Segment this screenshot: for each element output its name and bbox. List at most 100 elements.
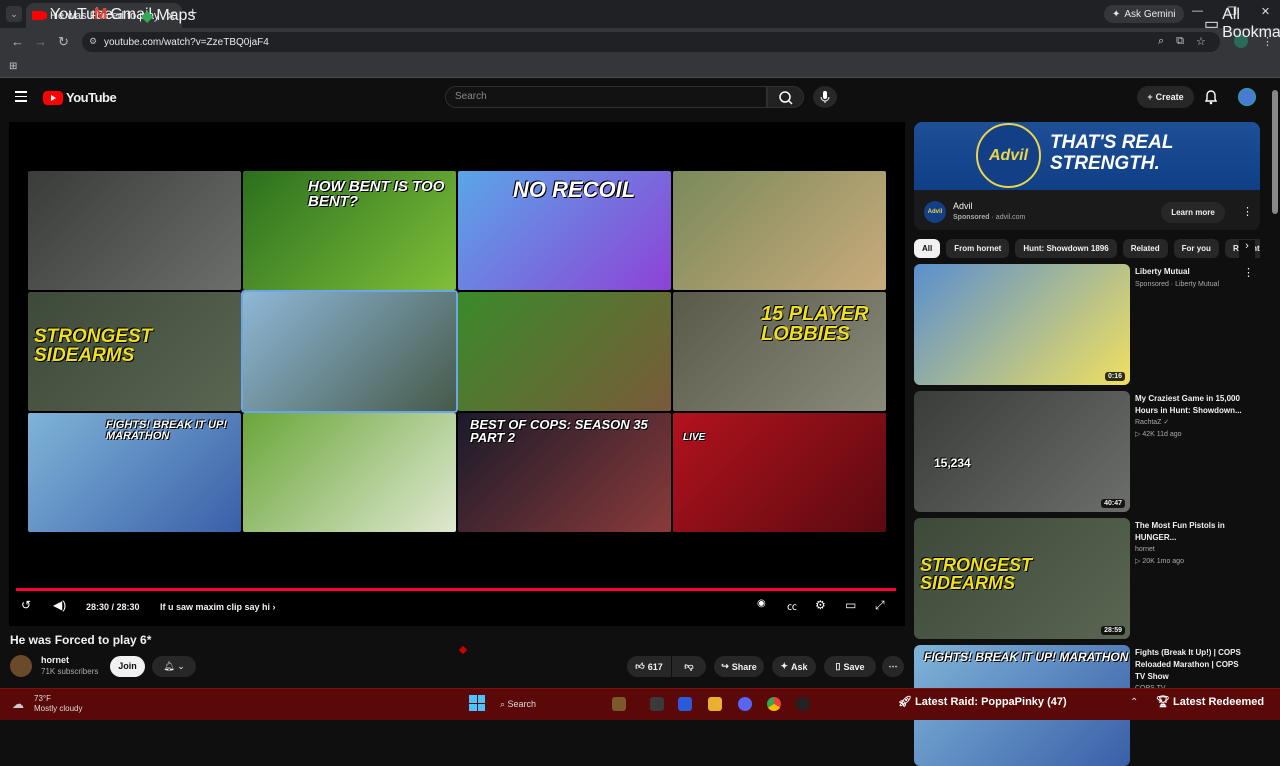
recommendation-title[interactable]: The Most Fun Pistols in HUNGER... bbox=[1135, 520, 1250, 544]
replay-icon[interactable]: ↺ bbox=[21, 598, 31, 612]
taskbar-search[interactable]: ⌕ Search bbox=[500, 699, 536, 710]
chips-next-icon[interactable]: › bbox=[1239, 240, 1255, 258]
hamburger-menu-icon[interactable] bbox=[15, 91, 27, 105]
more-dots-icon: ⋯ bbox=[888, 661, 898, 671]
captions-icon[interactable]: ㏄ bbox=[787, 598, 797, 613]
recommendation-meta: ▷ 20K 1mo ago bbox=[1135, 558, 1184, 565]
recommendation-title[interactable]: Fights (Break It Up!) | COPS Reloaded Ma… bbox=[1135, 647, 1250, 683]
recommendation-item[interactable]: FIGHTS! BREAK IT UP! MARATHON Fights (Bre… bbox=[914, 645, 1260, 766]
account-avatar[interactable] bbox=[1238, 88, 1256, 106]
apps-grid-icon[interactable]: ⊞ bbox=[9, 61, 17, 72]
filter-chip[interactable]: All bbox=[914, 239, 941, 258]
recommendation-item[interactable]: STRONGEST SIDEARMS 28:59 The Most Fun Pist… bbox=[914, 518, 1260, 639]
recommendation-thumbnail[interactable]: 15,234 40:47 bbox=[914, 391, 1130, 512]
ask-button[interactable]: ✦ Ask bbox=[772, 656, 816, 677]
chapter-title[interactable]: If u saw maxim clip say hi › bbox=[160, 602, 276, 612]
endscreen-video-tile[interactable] bbox=[243, 413, 456, 532]
tray-chevron-icon[interactable]: ⌃ bbox=[1130, 697, 1138, 708]
player-controls: ↺ ◀) 28:30 / 28:30 If u saw maxim clip s… bbox=[9, 598, 905, 618]
more-options-icon[interactable]: ⋮ bbox=[1243, 266, 1254, 279]
search-input[interactable]: Search bbox=[445, 86, 767, 108]
recommendation-thumbnail[interactable]: STRONGEST SIDEARMS 28:59 bbox=[914, 518, 1130, 639]
taskbar-app-icon[interactable] bbox=[612, 697, 626, 711]
filter-chip[interactable]: From hornet bbox=[946, 239, 1010, 258]
settings-gear-icon[interactable]: ⚙ bbox=[815, 598, 826, 612]
recommendation-item[interactable]: 0:16 Liberty Mutual Sponsored · Liberty Mu… bbox=[914, 264, 1260, 385]
endscreen-video-tile[interactable]: HOW BENT IS TOO BENT? bbox=[243, 171, 456, 290]
plus-icon: + bbox=[1147, 92, 1153, 102]
search-button[interactable] bbox=[767, 86, 804, 108]
progress-bar[interactable] bbox=[16, 588, 896, 591]
ask-gemini-button[interactable]: ✦ Ask Gemini bbox=[1104, 5, 1184, 23]
endscreen-video-tile[interactable]: BEST OF COPS: SEASON 35 PART 2 bbox=[458, 413, 671, 532]
filter-chip[interactable]: For you bbox=[1173, 239, 1219, 258]
endscreen-video-tile[interactable] bbox=[673, 171, 886, 290]
weather-icon: ☁ bbox=[12, 697, 24, 711]
learn-more-button[interactable]: Learn more bbox=[1161, 202, 1225, 223]
obs-icon[interactable] bbox=[796, 697, 810, 711]
endscreen-video-tile[interactable]: STRONGEST SIDEARMS bbox=[28, 292, 241, 411]
notifications-button[interactable] bbox=[1203, 89, 1219, 105]
endscreen-video-tile[interactable] bbox=[241, 290, 458, 413]
weather-temp: 73°F bbox=[34, 694, 51, 703]
reload-icon[interactable]: ↻ bbox=[58, 34, 69, 50]
endscreen-video-tile[interactable] bbox=[458, 292, 671, 411]
recommendation-thumbnail[interactable]: 0:16 bbox=[914, 264, 1130, 385]
bookmark-maps[interactable]: ◆ Maps bbox=[141, 6, 195, 26]
chrome-icon[interactable] bbox=[767, 697, 781, 711]
endscreen-video-tile[interactable]: NO RECOIL bbox=[458, 171, 671, 290]
sidebar-ad[interactable]: Advil THAT'S REAL STRENGTH. Advil Advil … bbox=[914, 122, 1260, 230]
share-button[interactable]: ↪ Share bbox=[714, 656, 764, 677]
all-bookmarks[interactable]: ▭All Bookmarks bbox=[1204, 6, 1280, 42]
create-button[interactable]: + Create bbox=[1137, 86, 1194, 108]
dislike-button[interactable]: 👎︎ bbox=[672, 656, 706, 677]
endscreen-video-tile[interactable] bbox=[28, 171, 241, 290]
install-icon[interactable]: ⧉ bbox=[1176, 35, 1184, 48]
like-button[interactable]: 👍︎ 617 bbox=[627, 656, 671, 677]
youtube-play-icon bbox=[43, 90, 63, 105]
ad-menu-icon[interactable]: ⋮ bbox=[1242, 205, 1253, 218]
endscreen-video-tile[interactable]: FIGHTS! BREAK IT UP! MARATHON bbox=[28, 413, 241, 532]
channel-avatar[interactable] bbox=[10, 655, 32, 677]
theater-mode-icon[interactable]: ▭ bbox=[845, 598, 856, 612]
join-button[interactable]: Join bbox=[110, 656, 145, 677]
ad-brand-name: Advil bbox=[953, 201, 973, 211]
endscreen-video-tile[interactable]: 15 PLAYER LOBBIES bbox=[673, 292, 886, 411]
weather-widget[interactable]: 73°F Mostly cloudy bbox=[34, 694, 82, 714]
autoplay-toggle[interactable]: ◉ bbox=[757, 598, 766, 609]
site-info-icon[interactable]: ⚙ bbox=[89, 36, 97, 47]
filter-chip[interactable]: Hunt: Showdown 1896 bbox=[1015, 239, 1117, 258]
tab-search-icon[interactable]: ⌄ bbox=[6, 6, 22, 22]
file-explorer-icon[interactable] bbox=[708, 697, 722, 711]
url-input[interactable]: youtube.com/watch?v=ZzeTBQ0jaF4 bbox=[82, 32, 1220, 52]
recommendation-title[interactable]: My Craziest Game in 15,000 Hours in Hunt… bbox=[1135, 393, 1250, 417]
back-icon[interactable]: ← bbox=[11, 34, 24, 49]
bookmark-label: Maps bbox=[156, 7, 196, 24]
page-scrollbar[interactable] bbox=[1272, 90, 1278, 214]
subscription-bell-button[interactable]: 🔔︎ ⌄ bbox=[152, 656, 196, 677]
youtube-logo[interactable]: YouTube bbox=[43, 90, 117, 105]
minimize-icon[interactable]: — bbox=[1192, 5, 1203, 18]
url-actions: ⌕ ⧉ ☆ bbox=[1158, 35, 1206, 48]
forward-icon[interactable]: → bbox=[34, 34, 47, 49]
sparkle-icon: ✦ bbox=[780, 661, 789, 671]
voice-search-button[interactable] bbox=[813, 86, 837, 108]
ad-banner[interactable]: Advil THAT'S REAL STRENGTH. bbox=[914, 122, 1260, 190]
fullscreen-icon[interactable]: ⤢ bbox=[875, 598, 885, 613]
endscreen-video-tile[interactable]: LIVE bbox=[673, 413, 886, 532]
windows-start-icon[interactable] bbox=[469, 695, 485, 711]
volume-icon[interactable]: ◀) bbox=[53, 598, 66, 612]
task-view-icon[interactable] bbox=[650, 697, 664, 711]
filter-chip[interactable]: Related bbox=[1122, 239, 1168, 258]
recommendation-title[interactable]: Liberty Mutual bbox=[1135, 266, 1250, 278]
zoom-icon[interactable]: ⌕ bbox=[1158, 35, 1164, 48]
thumbnail-label: 15,234 bbox=[934, 456, 971, 470]
ad-domain: advil.com bbox=[995, 214, 1026, 221]
channel-name[interactable]: hornet bbox=[41, 655, 69, 665]
more-actions-button[interactable]: ⋯ bbox=[882, 656, 904, 677]
discord-icon[interactable] bbox=[738, 697, 752, 711]
taskbar-app-icon[interactable] bbox=[678, 697, 692, 711]
save-button[interactable]: ▯ Save bbox=[824, 656, 876, 677]
bookmarks-bar bbox=[0, 56, 1280, 78]
recommendation-item[interactable]: 15,234 40:47 My Craziest Game in 15,000 Ho… bbox=[914, 391, 1260, 512]
